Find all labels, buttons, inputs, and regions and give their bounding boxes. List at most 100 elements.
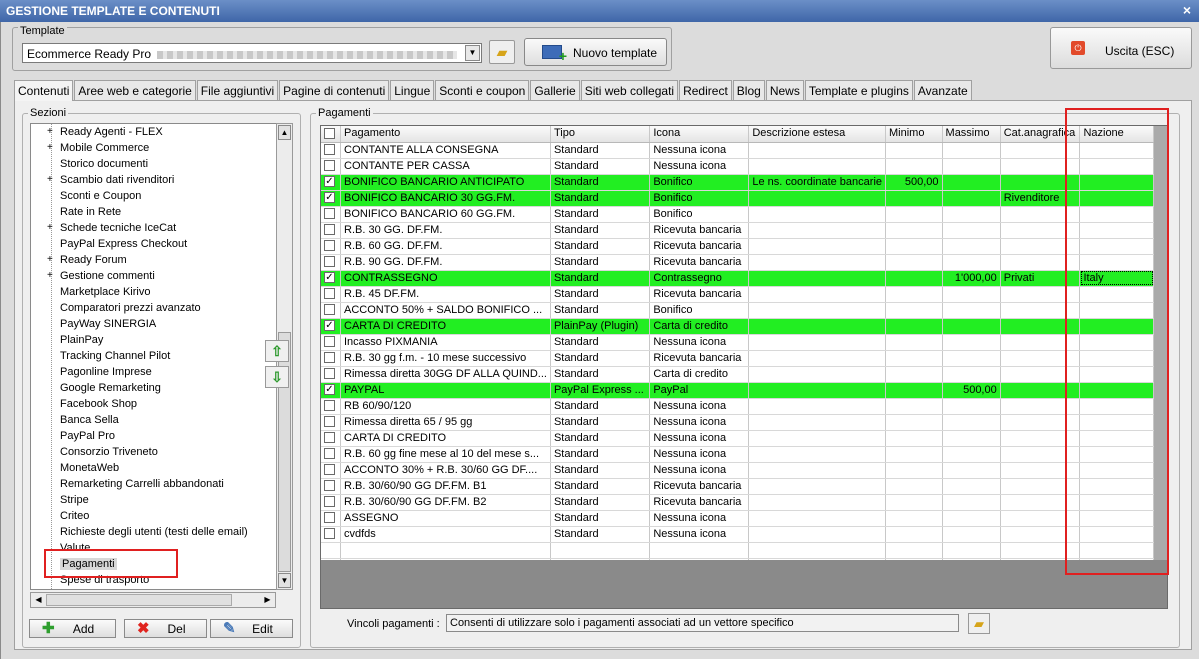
table-cell[interactable]: Bonifico	[649, 206, 750, 223]
table-cell[interactable]	[1000, 510, 1081, 527]
row-checkbox[interactable]	[324, 432, 335, 444]
table-cell[interactable]	[1079, 142, 1154, 159]
tree-item[interactable]: Spese di trasporto	[31, 572, 279, 588]
tab-template-e-plugins[interactable]: Template e plugins	[804, 80, 913, 100]
table-row[interactable]: ✓ PAYPAL PayPal Express ... PayPal 500,00	[321, 382, 1154, 399]
table-cell[interactable]	[1000, 142, 1081, 159]
table-cell[interactable]	[1000, 494, 1081, 511]
table-cell[interactable]	[942, 430, 1001, 447]
table-cell[interactable]	[1079, 238, 1154, 255]
payments-grid[interactable]: Pagamento Tipo Icona Descrizione estesa Mini…	[321, 126, 1154, 560]
sections-tree[interactable]: + Ready Agenti - FLEX + Mobile Commerce Stor…	[30, 123, 280, 590]
scroll-thumb-horizontal[interactable]	[46, 594, 232, 606]
table-cell[interactable]	[748, 270, 887, 287]
row-checkbox-cell[interactable]	[321, 430, 341, 447]
tree-horizontal-scrollbar[interactable]: ◀ ▶	[30, 592, 276, 608]
table-cell[interactable]	[1079, 350, 1154, 367]
table-cell[interactable]	[885, 206, 943, 223]
table-cell[interactable]: Standard	[550, 158, 651, 175]
tab-sconti-e-coupon[interactable]: Sconti e coupon	[435, 80, 530, 100]
table-row[interactable]: R.B. 30/60/90 GG DF.FM. B1 Standard Ricevu…	[321, 478, 1154, 495]
table-cell[interactable]: Standard	[550, 286, 651, 303]
row-checkbox-cell[interactable]	[321, 286, 341, 303]
chevron-down-icon[interactable]: ▼	[465, 45, 480, 61]
move-up-button[interactable]: ⇧	[265, 340, 289, 362]
table-cell[interactable]	[885, 510, 943, 527]
table-cell[interactable]	[885, 302, 943, 319]
table-cell[interactable]: Nessuna icona	[649, 462, 750, 479]
table-cell[interactable]: Le ns. coordinate bancarie	[748, 174, 887, 191]
table-row[interactable]: ASSEGNO Standard Nessuna icona	[321, 510, 1154, 527]
table-cell[interactable]	[748, 350, 887, 367]
scroll-right-icon[interactable]: ▶	[261, 594, 274, 606]
table-cell[interactable]: Ricevuta bancaria	[649, 222, 750, 239]
table-cell[interactable]: Ricevuta bancaria	[649, 478, 750, 495]
tree-item[interactable]: + Gestione commenti	[31, 268, 279, 284]
tree-item[interactable]: Consorzio Triveneto	[31, 444, 279, 460]
table-row[interactable]: RB 60/90/120 Standard Nessuna icona	[321, 398, 1154, 415]
column-header[interactable]: Nazione	[1079, 126, 1154, 143]
table-row[interactable]: R.B. 30 GG. DF.FM. Standard Ricevuta banca…	[321, 222, 1154, 239]
tree-item[interactable]: + Scambio dati rivenditori	[31, 172, 279, 188]
table-cell[interactable]: Standard	[550, 334, 651, 351]
table-cell[interactable]: Nessuna icona	[649, 334, 750, 351]
table-cell[interactable]: Rimessa diretta 65 / 95 gg	[340, 414, 551, 431]
table-cell[interactable]	[885, 222, 943, 239]
table-cell[interactable]: Carta di credito	[649, 318, 750, 335]
row-checkbox-cell[interactable]: ✓	[321, 174, 341, 191]
table-cell[interactable]	[885, 462, 943, 479]
table-cell[interactable]: R.B. 30/60/90 GG DF.FM. B1	[340, 478, 551, 495]
table-cell[interactable]	[1000, 478, 1081, 495]
row-checkbox[interactable]: ✓	[324, 320, 335, 332]
row-checkbox-cell[interactable]	[321, 254, 341, 271]
table-cell[interactable]	[1000, 350, 1081, 367]
table-cell[interactable]: ASSEGNO	[340, 510, 551, 527]
table-row[interactable]: R.B. 60 GG. DF.FM. Standard Ricevuta banca…	[321, 238, 1154, 255]
tree-item[interactable]: Sconti e Coupon	[31, 188, 279, 204]
table-cell[interactable]	[748, 254, 887, 271]
table-cell[interactable]: Nessuna icona	[649, 142, 750, 159]
table-cell[interactable]	[748, 334, 887, 351]
table-cell[interactable]: BONIFICO BANCARIO ANTICIPATO	[340, 174, 551, 191]
tab-lingue[interactable]: Lingue	[390, 80, 435, 100]
table-cell[interactable]	[1000, 222, 1081, 239]
table-cell[interactable]	[942, 190, 1001, 207]
table-cell[interactable]	[748, 206, 887, 223]
table-cell[interactable]: Standard	[550, 366, 651, 383]
table-row[interactable]: CARTA DI CREDITO Standard Nessuna icona	[321, 430, 1154, 447]
row-checkbox[interactable]	[324, 400, 335, 412]
table-cell[interactable]	[885, 158, 943, 175]
scroll-left-icon[interactable]: ◀	[32, 594, 45, 606]
tree-item[interactable]: PlainPay	[31, 332, 279, 348]
tree-item[interactable]: PayWay SINERGIA	[31, 316, 279, 332]
tree-item[interactable]: MonetaWeb	[31, 460, 279, 476]
table-cell[interactable]: Ricevuta bancaria	[649, 494, 750, 511]
row-checkbox[interactable]: ✓	[324, 384, 335, 396]
row-checkbox[interactable]	[324, 336, 335, 348]
table-cell[interactable]	[885, 286, 943, 303]
table-row[interactable]: R.B. 30/60/90 GG DF.FM. B2 Standard Ricevu…	[321, 494, 1154, 511]
table-cell[interactable]	[1000, 174, 1081, 191]
table-cell[interactable]	[942, 302, 1001, 319]
row-checkbox-cell[interactable]	[321, 238, 341, 255]
table-cell[interactable]	[942, 446, 1001, 463]
tree-item[interactable]: PayPal Pro	[31, 428, 279, 444]
table-cell[interactable]	[1079, 206, 1154, 223]
table-cell[interactable]: Ricevuta bancaria	[649, 350, 750, 367]
close-icon[interactable]: ×	[1183, 2, 1191, 18]
table-row[interactable]: ✓ BONIFICO BANCARIO ANTICIPATO Standard Bon…	[321, 174, 1154, 191]
tab-news[interactable]: News	[765, 80, 804, 100]
table-cell[interactable]	[1000, 446, 1081, 463]
expand-icon[interactable]: +	[47, 172, 53, 188]
table-cell[interactable]: Rimessa diretta 30GG DF ALLA QUIND...	[340, 366, 551, 383]
column-header[interactable]: Minimo	[885, 126, 943, 143]
select-all-checkbox[interactable]	[324, 127, 335, 139]
table-cell[interactable]	[748, 142, 887, 159]
table-cell[interactable]: BONIFICO BANCARIO 60 GG.FM.	[340, 206, 551, 223]
tree-item[interactable]: Richieste degli utenti (testi delle emai…	[31, 524, 279, 540]
table-cell[interactable]	[942, 462, 1001, 479]
scroll-down-icon[interactable]: ▼	[278, 573, 291, 588]
table-cell[interactable]: Ricevuta bancaria	[649, 254, 750, 271]
tree-item[interactable]: Pagonline Imprese	[31, 364, 279, 380]
table-cell[interactable]: Standard	[550, 446, 651, 463]
